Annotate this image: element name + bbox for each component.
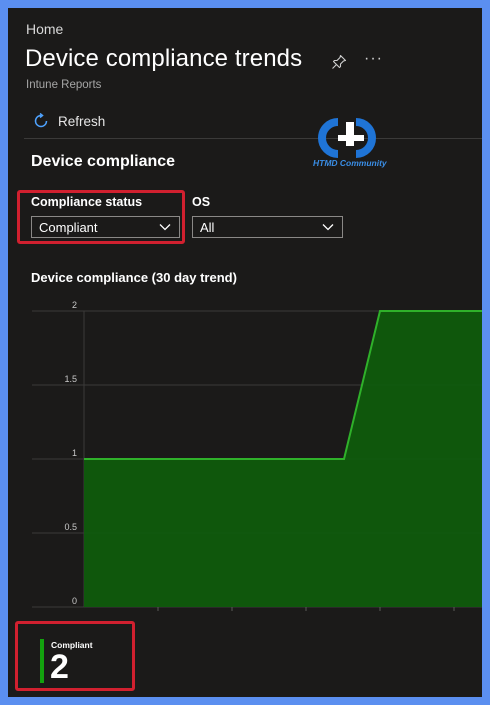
- compliant-kpi-highlight: [15, 621, 135, 691]
- kpi-accent-bar: [40, 639, 44, 683]
- report-panel: Home Device compliance trends ··· Intune…: [8, 8, 482, 697]
- refresh-label: Refresh: [58, 113, 106, 129]
- section-title: Device compliance: [31, 153, 176, 170]
- htmd-logo-text: HTMD Community: [313, 158, 387, 168]
- y-tick-label: 1.5: [64, 374, 77, 384]
- y-tick-label: 0.5: [64, 522, 77, 532]
- toolbar-divider: [24, 138, 482, 139]
- kpi-value: 2: [50, 648, 69, 686]
- refresh-button[interactable]: Refresh: [32, 110, 105, 132]
- breadcrumb[interactable]: Home: [26, 21, 63, 37]
- os-label: OS: [192, 195, 211, 209]
- pin-icon[interactable]: [331, 54, 347, 70]
- os-value: All: [200, 219, 215, 235]
- y-tick-label: 0: [72, 596, 77, 606]
- page-subtitle: Intune Reports: [26, 79, 102, 91]
- more-options-icon[interactable]: ···: [364, 50, 383, 68]
- refresh-icon: [34, 112, 48, 128]
- y-tick-label: 1: [72, 448, 77, 458]
- compliance-trend-chart: 2 1.5 1 0.5 0: [32, 300, 482, 611]
- y-tick-label: 2: [72, 300, 77, 310]
- page-title: Device compliance trends: [25, 45, 303, 72]
- os-select[interactable]: All: [192, 216, 343, 238]
- compliance-status-highlight: [17, 190, 185, 244]
- chart-title: Device compliance (30 day trend): [31, 270, 237, 285]
- chevron-down-icon: [322, 224, 334, 231]
